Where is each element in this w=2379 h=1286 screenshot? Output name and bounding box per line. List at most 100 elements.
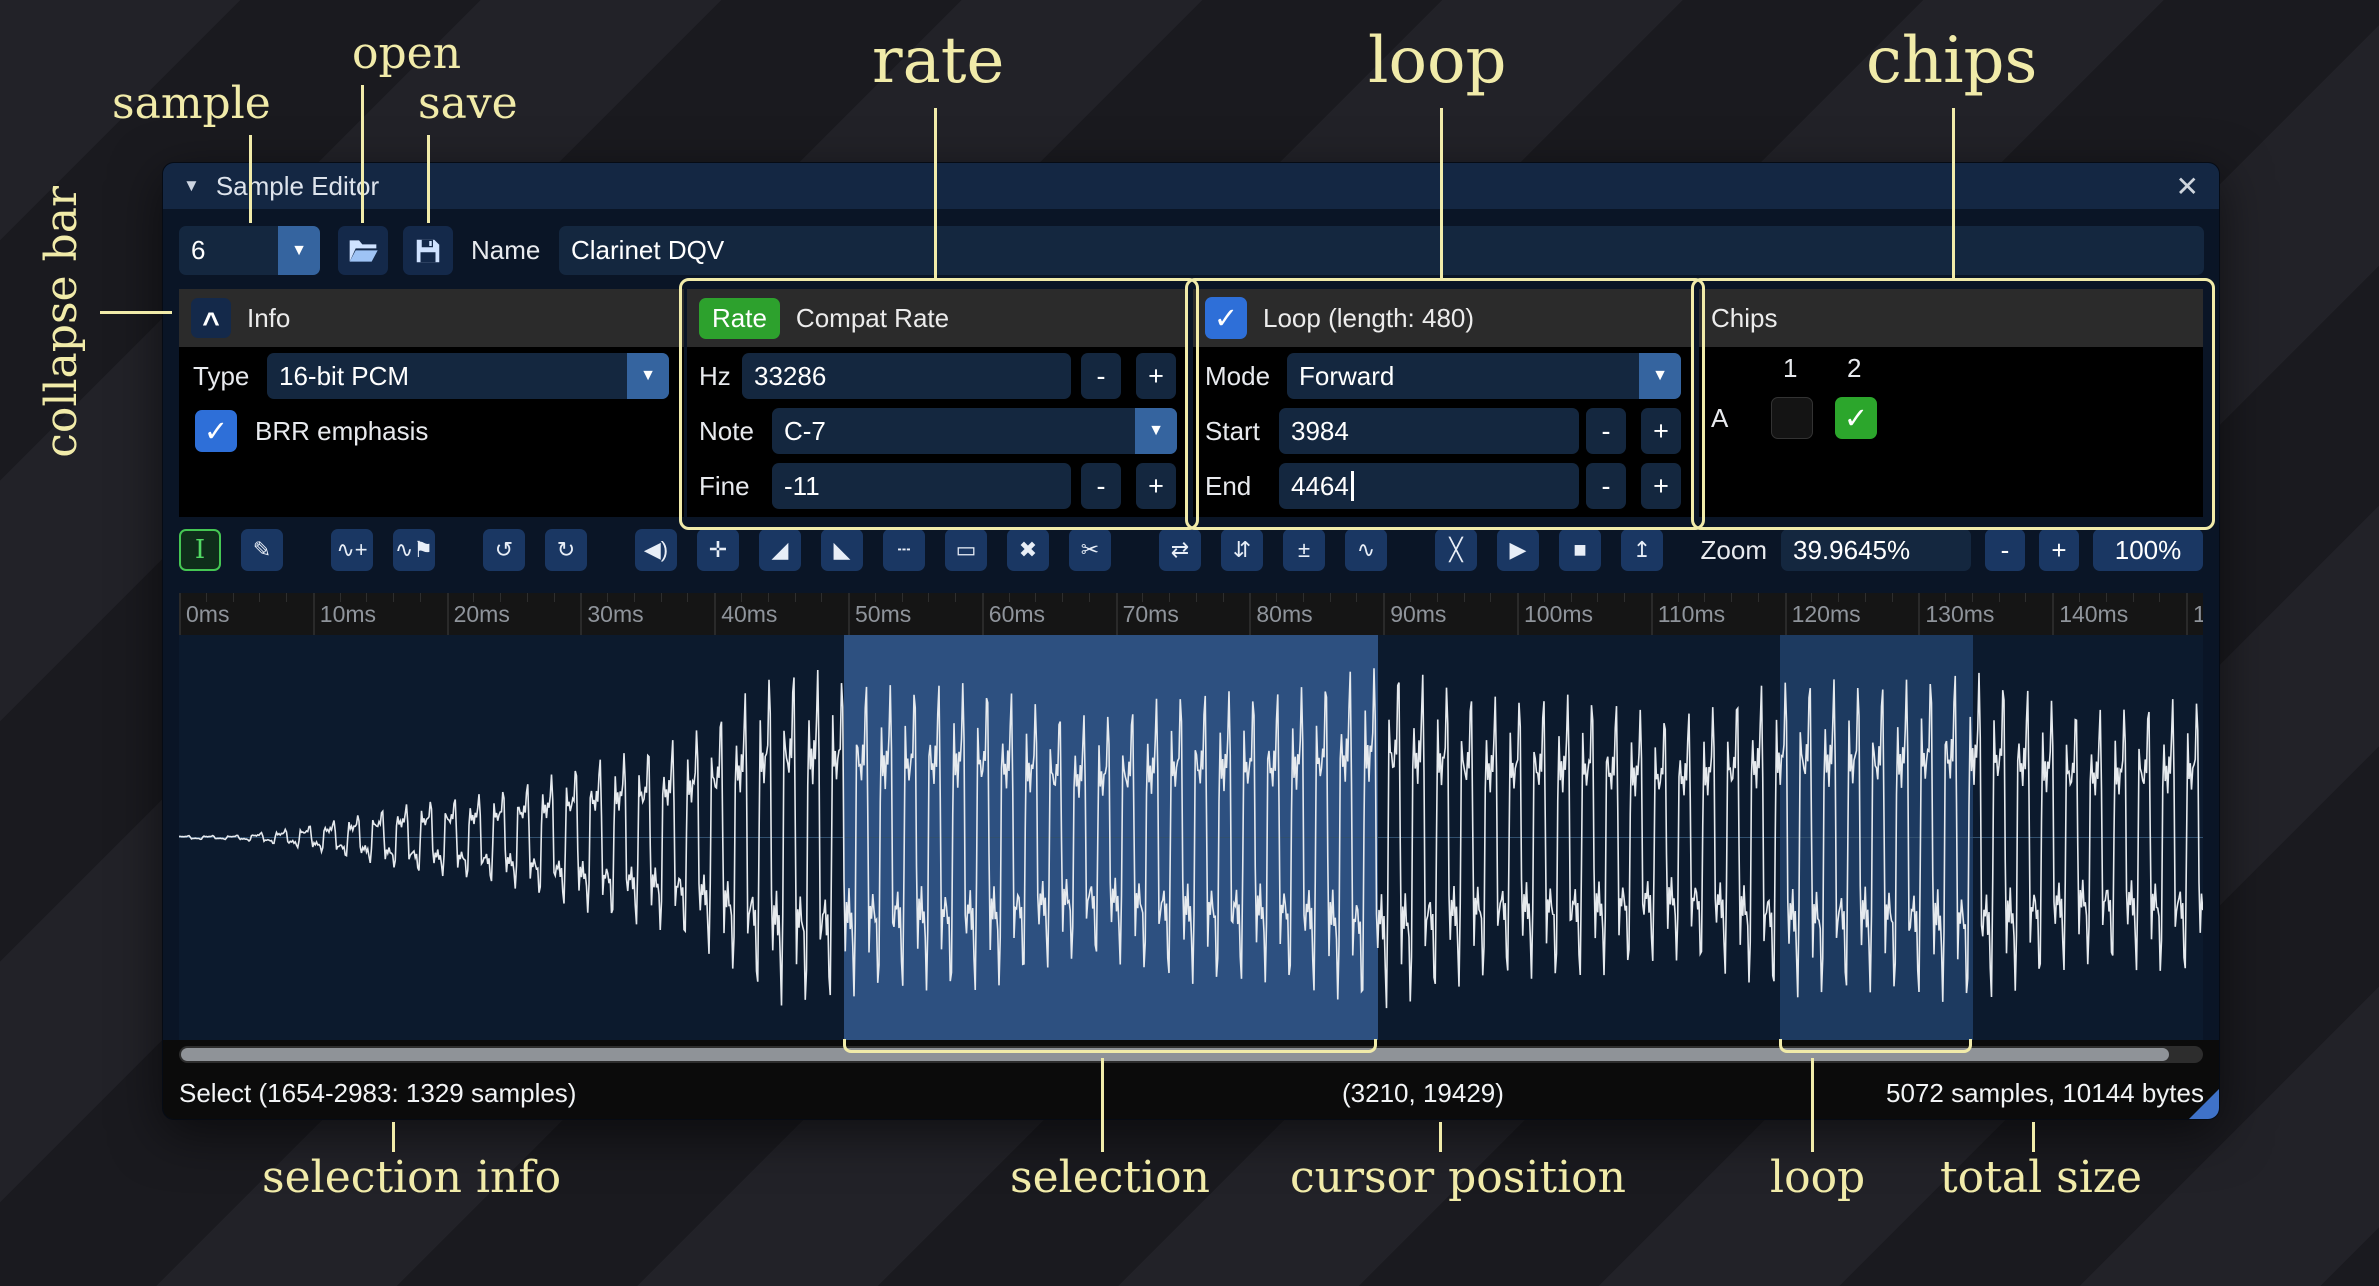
ruler-minor-tick [2159,593,2160,602]
ruler-tick [2186,593,2188,635]
toolbar-insert-silence-button[interactable]: ┄ [883,529,925,571]
toolbar-buttons: I ✎ ∿+ ∿⚑ ↺ ↻ ◀) ✛ ◢ ◣ ┄ ▭ ✖ ✂ ⇄ ⇵ ± ∿ ╳ ▶ ■ ↥ [179,529,1663,571]
collapse-info-button[interactable]: ^ [191,298,231,338]
toolbar-reverse-button[interactable]: ⇄ [1159,529,1201,571]
loop-mode-select[interactable]: Forward ▼ [1287,353,1681,399]
zoom-input[interactable]: 39.9645% [1781,529,1971,571]
window-titlebar[interactable]: ▼ Sample Editor ✕ [163,163,2219,209]
ruler-tick [714,593,716,635]
fine-increase-button[interactable]: + [1136,463,1176,509]
toolbar-normalize-button[interactable]: ✛ [697,529,739,571]
toolbar-apply-silence-button[interactable]: ▭ [945,529,987,571]
toolbar-invert-button[interactable]: ⇵ [1221,529,1263,571]
ruler-minor-tick [1731,593,1732,602]
ruler-minor-tick [1464,593,1465,602]
ruler-minor-tick [1892,593,1893,602]
toolbar-resample-button[interactable]: ∿⚑ [393,529,435,571]
sample-editor-window: ▼ Sample Editor ✕ 6 ▼ Name Clarinet DQV … [162,162,2220,1120]
timeline-ruler[interactable]: 0ms10ms20ms30ms40ms50ms60ms70ms80ms90ms1… [179,593,2203,635]
toolbar-filter-button[interactable]: ∿ [1345,529,1387,571]
toolbar-resize-button[interactable]: ∿+ [331,529,373,571]
ruler-label: 30ms [587,601,643,628]
ruler-label: 120ms [1792,601,1861,628]
chevron-down-icon[interactable]: ▼ [627,353,669,399]
ruler-tick [1249,593,1251,635]
zoom-in-button[interactable]: + [2039,529,2079,571]
chevron-down-icon[interactable]: ▼ [1135,408,1177,454]
toolbar-import-button[interactable]: ↥ [1621,529,1663,571]
hz-input[interactable]: 33286 [742,353,1071,399]
note-select[interactable]: C-7 ▼ [772,408,1177,454]
toolbar-stop-preview-button[interactable]: ■ [1559,529,1601,571]
cursor-position-text: (3210, 19429) [1342,1067,1504,1119]
ruler-minor-tick [2133,593,2134,602]
toolbar-trim-button[interactable]: ✂ [1069,529,1111,571]
ruler-minor-tick [1865,593,1866,602]
open-sample-button[interactable] [338,226,388,275]
toolbar-redo-button[interactable]: ↻ [545,529,587,571]
loop-end-input[interactable]: 4464 [1279,463,1579,509]
save-sample-button[interactable] [403,226,453,275]
chevron-down-icon[interactable]: ▼ [1639,353,1681,399]
toolbar-preview-button[interactable]: ▶ [1497,529,1539,571]
loop-start-input[interactable]: 3984 [1279,408,1579,454]
chips-panel: Chips 1 2 A ✓ [1699,289,2203,517]
resize-grip[interactable] [2189,1089,2219,1119]
annotation-loop-label-bottom: loop [1770,1152,1865,1203]
hz-decrease-button[interactable]: - [1081,353,1121,399]
ruler-minor-tick [687,593,688,602]
ruler-tick [1651,593,1653,635]
toolbar-fade-out-button[interactable]: ◣ [821,529,863,571]
ruler-minor-tick [420,593,421,602]
loop-enabled-checkbox[interactable]: ✓ [1205,297,1247,339]
waveform-plot [179,635,2203,1040]
ruler-minor-tick [1089,593,1090,602]
chevron-up-icon: ^ [202,304,220,344]
chip-column-2-label: 2 [1847,345,1861,391]
info-panel-header[interactable]: ^ Info [179,289,684,347]
desktop-background: { "icons": { "chevron_down": "▼", "chevr… [0,0,2379,1286]
sample-number-select[interactable]: 6 ▼ [179,226,320,275]
toolbar-sign-button[interactable]: ± [1283,529,1325,571]
brr-emphasis-checkbox[interactable]: ✓ [195,410,237,452]
ruler-minor-tick [286,593,287,602]
toolbar-delete-button[interactable]: ✖ [1007,529,1049,571]
zoom-out-button[interactable]: - [1985,529,2025,571]
toolbar-crossfade-button[interactable]: ╳ [1435,529,1477,571]
type-label: Type [193,353,249,399]
chip-1-checkbox[interactable] [1771,397,1813,439]
loop-start-decrease-button[interactable]: - [1586,408,1626,454]
chip-2-checkbox[interactable]: ✓ [1835,397,1877,439]
sample-name-input[interactable]: Clarinet DQV [559,226,2204,275]
toolbar-edit-mode-select-button[interactable]: I [179,529,221,571]
ruler-label: 90ms [1390,601,1446,628]
loop-start-increase-button[interactable]: + [1641,408,1681,454]
fine-label: Fine [699,463,750,509]
loop-end-increase-button[interactable]: + [1641,463,1681,509]
annotation-selection-label: selection [1010,1152,1210,1203]
floppy-disk-icon [413,236,443,266]
loop-mode-label: Mode [1205,353,1270,399]
zoom-reset-button[interactable]: 100% [2093,529,2203,571]
annotation-collapse-bar-label: collapse bar [36,186,87,458]
close-button[interactable]: ✕ [2176,170,2199,203]
fine-input[interactable]: -11 [772,463,1071,509]
rate-mode-button[interactable]: Rate [699,298,780,339]
toolbar-fade-in-button[interactable]: ◢ [759,529,801,571]
scrollbar-thumb[interactable] [181,1048,2169,1061]
waveform-display[interactable] [179,635,2203,1040]
horizontal-scrollbar[interactable] [179,1046,2203,1063]
ruler-minor-tick [821,593,822,602]
toolbar-amplify-button[interactable]: ◀) [635,529,677,571]
fine-decrease-button[interactable]: - [1081,463,1121,509]
sample-type-select[interactable]: 16-bit PCM ▼ [267,353,669,399]
hz-increase-button[interactable]: + [1136,353,1176,399]
window-collapse-icon[interactable]: ▼ [183,176,200,196]
toolbar-edit-mode-draw-button[interactable]: ✎ [241,529,283,571]
chevron-down-icon[interactable]: ▼ [278,226,320,275]
ruler-minor-tick [1999,593,2000,602]
ruler-minor-tick [1062,593,1063,602]
annotation-line-loop-bottom [1811,1058,1814,1152]
toolbar-undo-button[interactable]: ↺ [483,529,525,571]
loop-end-decrease-button[interactable]: - [1586,463,1626,509]
